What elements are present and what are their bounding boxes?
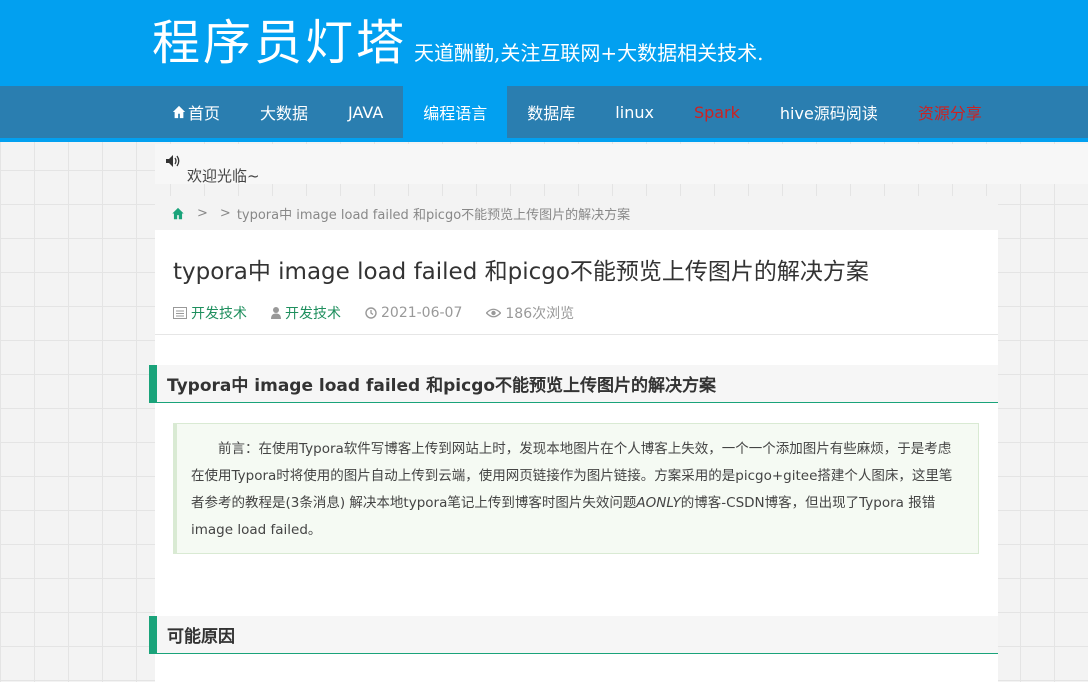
speaker-icon	[166, 155, 180, 167]
main-nav: 首页 大数据 JAVA 编程语言 数据库 linux Spark hive源码阅…	[0, 86, 1088, 142]
list-icon	[173, 307, 187, 319]
nav-item-resources[interactable]: 资源分享	[898, 86, 1002, 138]
author-link[interactable]: 开发技术	[285, 303, 341, 323]
nav-item-home[interactable]: 首页	[152, 86, 240, 138]
nav-item-java[interactable]: JAVA	[328, 86, 403, 138]
nav-item-bigdata[interactable]: 大数据	[240, 86, 328, 138]
nav-item-label: 资源分享	[917, 104, 982, 123]
category-link[interactable]: 开发技术	[191, 303, 247, 323]
article-meta: 开发技术 开发技术 2021-06-07 186次浏览	[173, 303, 598, 323]
nav-item-label: linux	[615, 102, 654, 122]
nav-item-label: 首页	[188, 104, 221, 123]
clock-icon	[365, 307, 377, 319]
home-icon[interactable]	[171, 207, 185, 220]
nav-list: 首页 大数据 JAVA 编程语言 数据库 linux Spark hive源码阅…	[152, 86, 1002, 138]
meta-date: 2021-06-07	[365, 305, 462, 321]
nav-item-label: 大数据	[260, 104, 309, 123]
section-heading: Typora中 image load failed 和picgo不能预览上传图片…	[149, 365, 998, 403]
notice-text: 欢迎光临~	[187, 167, 260, 185]
intro-italic: AONLY	[636, 495, 681, 511]
meta-divider	[155, 334, 998, 335]
meta-views: 186次浏览	[486, 303, 574, 323]
intro-paragraph: 前言：在使用Typora软件写博客上传到网站上时，发现本地图片在个人博客上失效，…	[191, 436, 964, 544]
nav-item-label: 编程语言	[423, 104, 488, 123]
nav-item-database[interactable]: 数据库	[507, 86, 595, 138]
meta-category: 开发技术	[173, 303, 247, 323]
views-text: 186次浏览	[505, 306, 575, 322]
eye-icon	[486, 308, 502, 318]
user-icon	[271, 307, 281, 319]
breadcrumb: > > typora中 image load failed 和picgo不能预览…	[155, 196, 998, 230]
breadcrumb-separator: >	[219, 205, 231, 221]
nav-item-label: hive源码阅读	[779, 104, 878, 123]
site-slogan: 天道酬勤,关注互联网+大数据相关技术.	[414, 41, 764, 65]
article-title: typora中 image load failed 和picgo不能预览上传图片…	[173, 259, 869, 285]
section-heading-causes: 可能原因	[149, 616, 998, 654]
nav-item-label: 数据库	[527, 104, 576, 123]
nav-item-hive[interactable]: hive源码阅读	[760, 86, 898, 138]
breadcrumb-separator: >	[197, 205, 208, 221]
article-card: typora中 image load failed 和picgo不能预览上传图片…	[149, 230, 998, 682]
nav-item-label: JAVA	[348, 102, 384, 122]
home-icon	[172, 105, 186, 119]
date-text: 2021-06-07	[381, 305, 463, 321]
meta-author: 开发技术	[271, 303, 341, 323]
nav-item-programming[interactable]: 编程语言	[403, 86, 508, 138]
nav-item-label: Spark	[693, 102, 740, 122]
nav-item-spark[interactable]: Spark	[674, 86, 760, 138]
nav-item-linux[interactable]: linux	[595, 86, 674, 138]
intro-blockquote: 前言：在使用Typora软件写博客上传到网站上时，发现本地图片在个人博客上失效，…	[173, 423, 979, 554]
site-logo[interactable]: 程序员灯塔	[152, 10, 407, 76]
site-header: 程序员灯塔 天道酬勤,关注互联网+大数据相关技术.	[0, 0, 1088, 86]
notice-bar: 欢迎光临~	[155, 144, 1088, 185]
breadcrumb-current: typora中 image load failed 和picgo不能预览上传图片…	[236, 207, 631, 223]
